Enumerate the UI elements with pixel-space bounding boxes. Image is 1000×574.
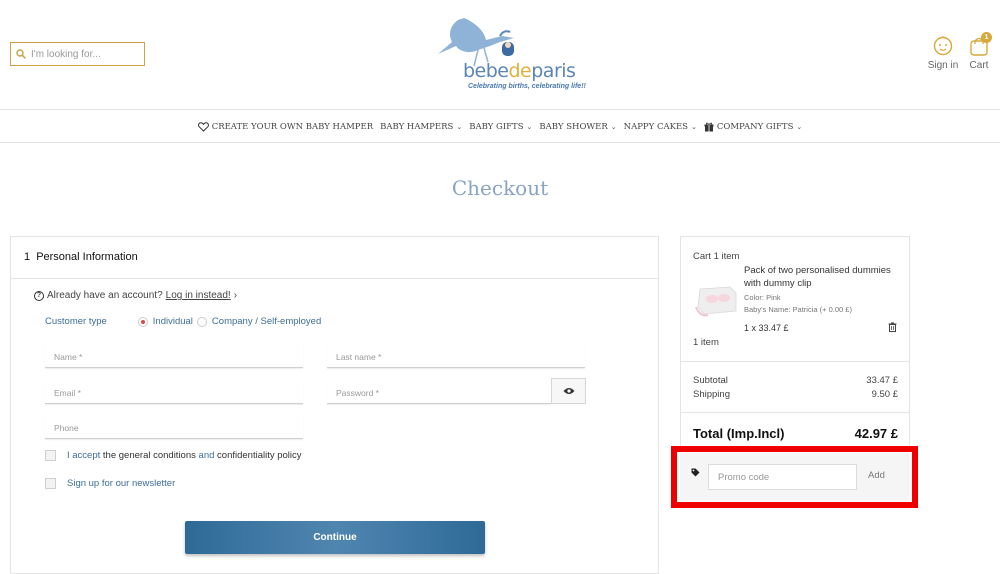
- show-password-button[interactable]: [551, 378, 586, 404]
- gift-icon: [704, 122, 714, 131]
- already-text: Already have an account?: [47, 290, 163, 301]
- accept-terms-checkbox[interactable]: [45, 450, 56, 461]
- total-row: Total (Imp.Incl) 42.97 £: [693, 426, 898, 441]
- nav-item-baby-hampers[interactable]: BABY HAMPERS ⌄: [380, 122, 462, 132]
- name-field[interactable]: Name *: [45, 344, 303, 368]
- nav-label: BABY SHOWER: [539, 121, 608, 132]
- search-box[interactable]: [10, 42, 145, 66]
- newsletter-row: Sign up for our newsletter: [45, 478, 175, 489]
- general-conditions-link[interactable]: the general conditions: [103, 450, 196, 461]
- site-header: bebedeparis Celebrating births, celebrat…: [0, 0, 1000, 110]
- product-name[interactable]: Pack of two personalised dummies with du…: [744, 264, 894, 290]
- trash-icon[interactable]: [888, 322, 897, 332]
- logo-tagline: Celebrating births, celebrating life!!: [468, 83, 586, 90]
- site-logo[interactable]: bebedeparis Celebrating births, celebrat…: [430, 12, 586, 96]
- nav-item-baby-gifts[interactable]: BABY GIFTS ⌄: [469, 122, 532, 132]
- chevron-down-icon: ⌄: [691, 122, 697, 131]
- step-header[interactable]: 1 Personal Information: [11, 237, 658, 279]
- accept-text: I accept the general conditions and conf…: [67, 450, 302, 461]
- and-word: and: [198, 450, 215, 461]
- newsletter-label: Sign up for our newsletter: [67, 478, 176, 489]
- password-field[interactable]: Password *: [327, 380, 551, 404]
- sign-in-button[interactable]: Sign in: [926, 36, 960, 71]
- accept-word: I accept: [67, 450, 101, 461]
- shipping-label: Shipping: [693, 389, 730, 400]
- nav-item-create-hamper[interactable]: CREATE YOUR OWN BABY HAMPER: [197, 121, 374, 132]
- highlight-box: [671, 446, 918, 508]
- newsletter-checkbox[interactable]: [45, 478, 56, 489]
- radio-company[interactable]: Company / Self-employed: [196, 316, 322, 327]
- nav-item-baby-shower[interactable]: BABY SHOWER ⌄: [539, 122, 616, 132]
- product-color: Color: Pink: [744, 293, 781, 302]
- items-line: 1 item: [693, 337, 719, 348]
- cart-item-count: Cart 1 item: [693, 251, 740, 262]
- customer-type-group: Customer type Individual Company / Self-…: [45, 316, 325, 327]
- total-value: 42.97 £: [854, 426, 898, 441]
- total-label: Total (Imp.Incl): [693, 426, 785, 441]
- customer-type-label: Customer type: [45, 316, 107, 327]
- subtotal-value: 33.47 £: [866, 375, 898, 386]
- logo-wordmark: bebedeparis: [463, 60, 576, 82]
- product-qty-price: 1 x 33.47 £: [744, 323, 789, 333]
- phone-field[interactable]: Phone: [45, 415, 303, 439]
- nav-label: BABY GIFTS: [469, 121, 524, 132]
- search-input[interactable]: [31, 48, 131, 60]
- radio-label: Company / Self-employed: [211, 316, 322, 327]
- cart-summary: Cart 1 item Pack of two personalised dum…: [680, 236, 910, 448]
- product-baby-name: Baby's Name: Patricia (+ 0.00 £): [744, 305, 852, 314]
- nav-item-nappy-cakes[interactable]: NAPPY CAKES ⌄: [624, 122, 697, 132]
- last-name-field[interactable]: Last name *: [327, 344, 585, 368]
- cart-button[interactable]: 1 Cart: [964, 32, 994, 71]
- login-link[interactable]: Log in instead!: [166, 290, 231, 301]
- accept-terms-row: I accept the general conditions and conf…: [45, 450, 302, 461]
- question-icon: ?: [34, 290, 44, 301]
- nav-label: BABY HAMPERS: [380, 121, 454, 132]
- chevron-down-icon: ⌄: [610, 122, 617, 131]
- search-icon: [16, 49, 26, 59]
- divider: [681, 361, 909, 362]
- step-number: 1: [24, 251, 31, 263]
- eye-icon: [563, 388, 574, 394]
- subtotal-row: Subtotal 33.47 £: [693, 375, 898, 386]
- chevron-down-icon: ⌄: [526, 122, 533, 131]
- subtotal-label: Subtotal: [693, 375, 728, 386]
- shipping-row: Shipping 9.50 £: [693, 389, 898, 400]
- email-field[interactable]: Email *: [45, 380, 303, 404]
- main-nav: CREATE YOUR OWN BABY HAMPER BABY HAMPERS…: [0, 111, 1000, 143]
- baby-face-icon: [933, 36, 953, 56]
- divider: [681, 412, 909, 413]
- nav-item-company-gifts[interactable]: COMPANY GIFTS ⌄: [704, 122, 802, 132]
- login-prompt: ? Already have an account? Log in instea…: [34, 290, 237, 301]
- heart-icon: [197, 121, 209, 132]
- cart-count-badge: 1: [981, 32, 992, 43]
- radio-individual[interactable]: Individual: [137, 316, 193, 327]
- radio-indicator[interactable]: [137, 316, 148, 327]
- sign-in-label: Sign in: [927, 60, 959, 71]
- nav-label: COMPANY GIFTS: [716, 121, 794, 132]
- chevron-down-icon: ⌄: [456, 122, 463, 131]
- step-title: Personal Information: [36, 251, 138, 263]
- page-title: Checkout: [451, 176, 549, 200]
- radio-indicator[interactable]: [196, 316, 207, 327]
- continue-button[interactable]: Continue: [185, 521, 485, 554]
- chevron-right-icon: ›: [233, 290, 238, 301]
- product-thumbnail[interactable]: [694, 277, 740, 321]
- personal-info-form: 1 Personal Information ? Already have an…: [10, 236, 659, 574]
- cart-label: Cart: [969, 60, 989, 71]
- shipping-value: 9.50 £: [871, 389, 898, 400]
- nav-label: CREATE YOUR OWN BABY HAMPER: [211, 121, 374, 132]
- confidentiality-link[interactable]: confidentiality policy: [217, 450, 302, 461]
- chevron-down-icon: ⌄: [796, 122, 803, 131]
- radio-label: Individual: [152, 316, 193, 327]
- nav-label: NAPPY CAKES: [623, 121, 688, 132]
